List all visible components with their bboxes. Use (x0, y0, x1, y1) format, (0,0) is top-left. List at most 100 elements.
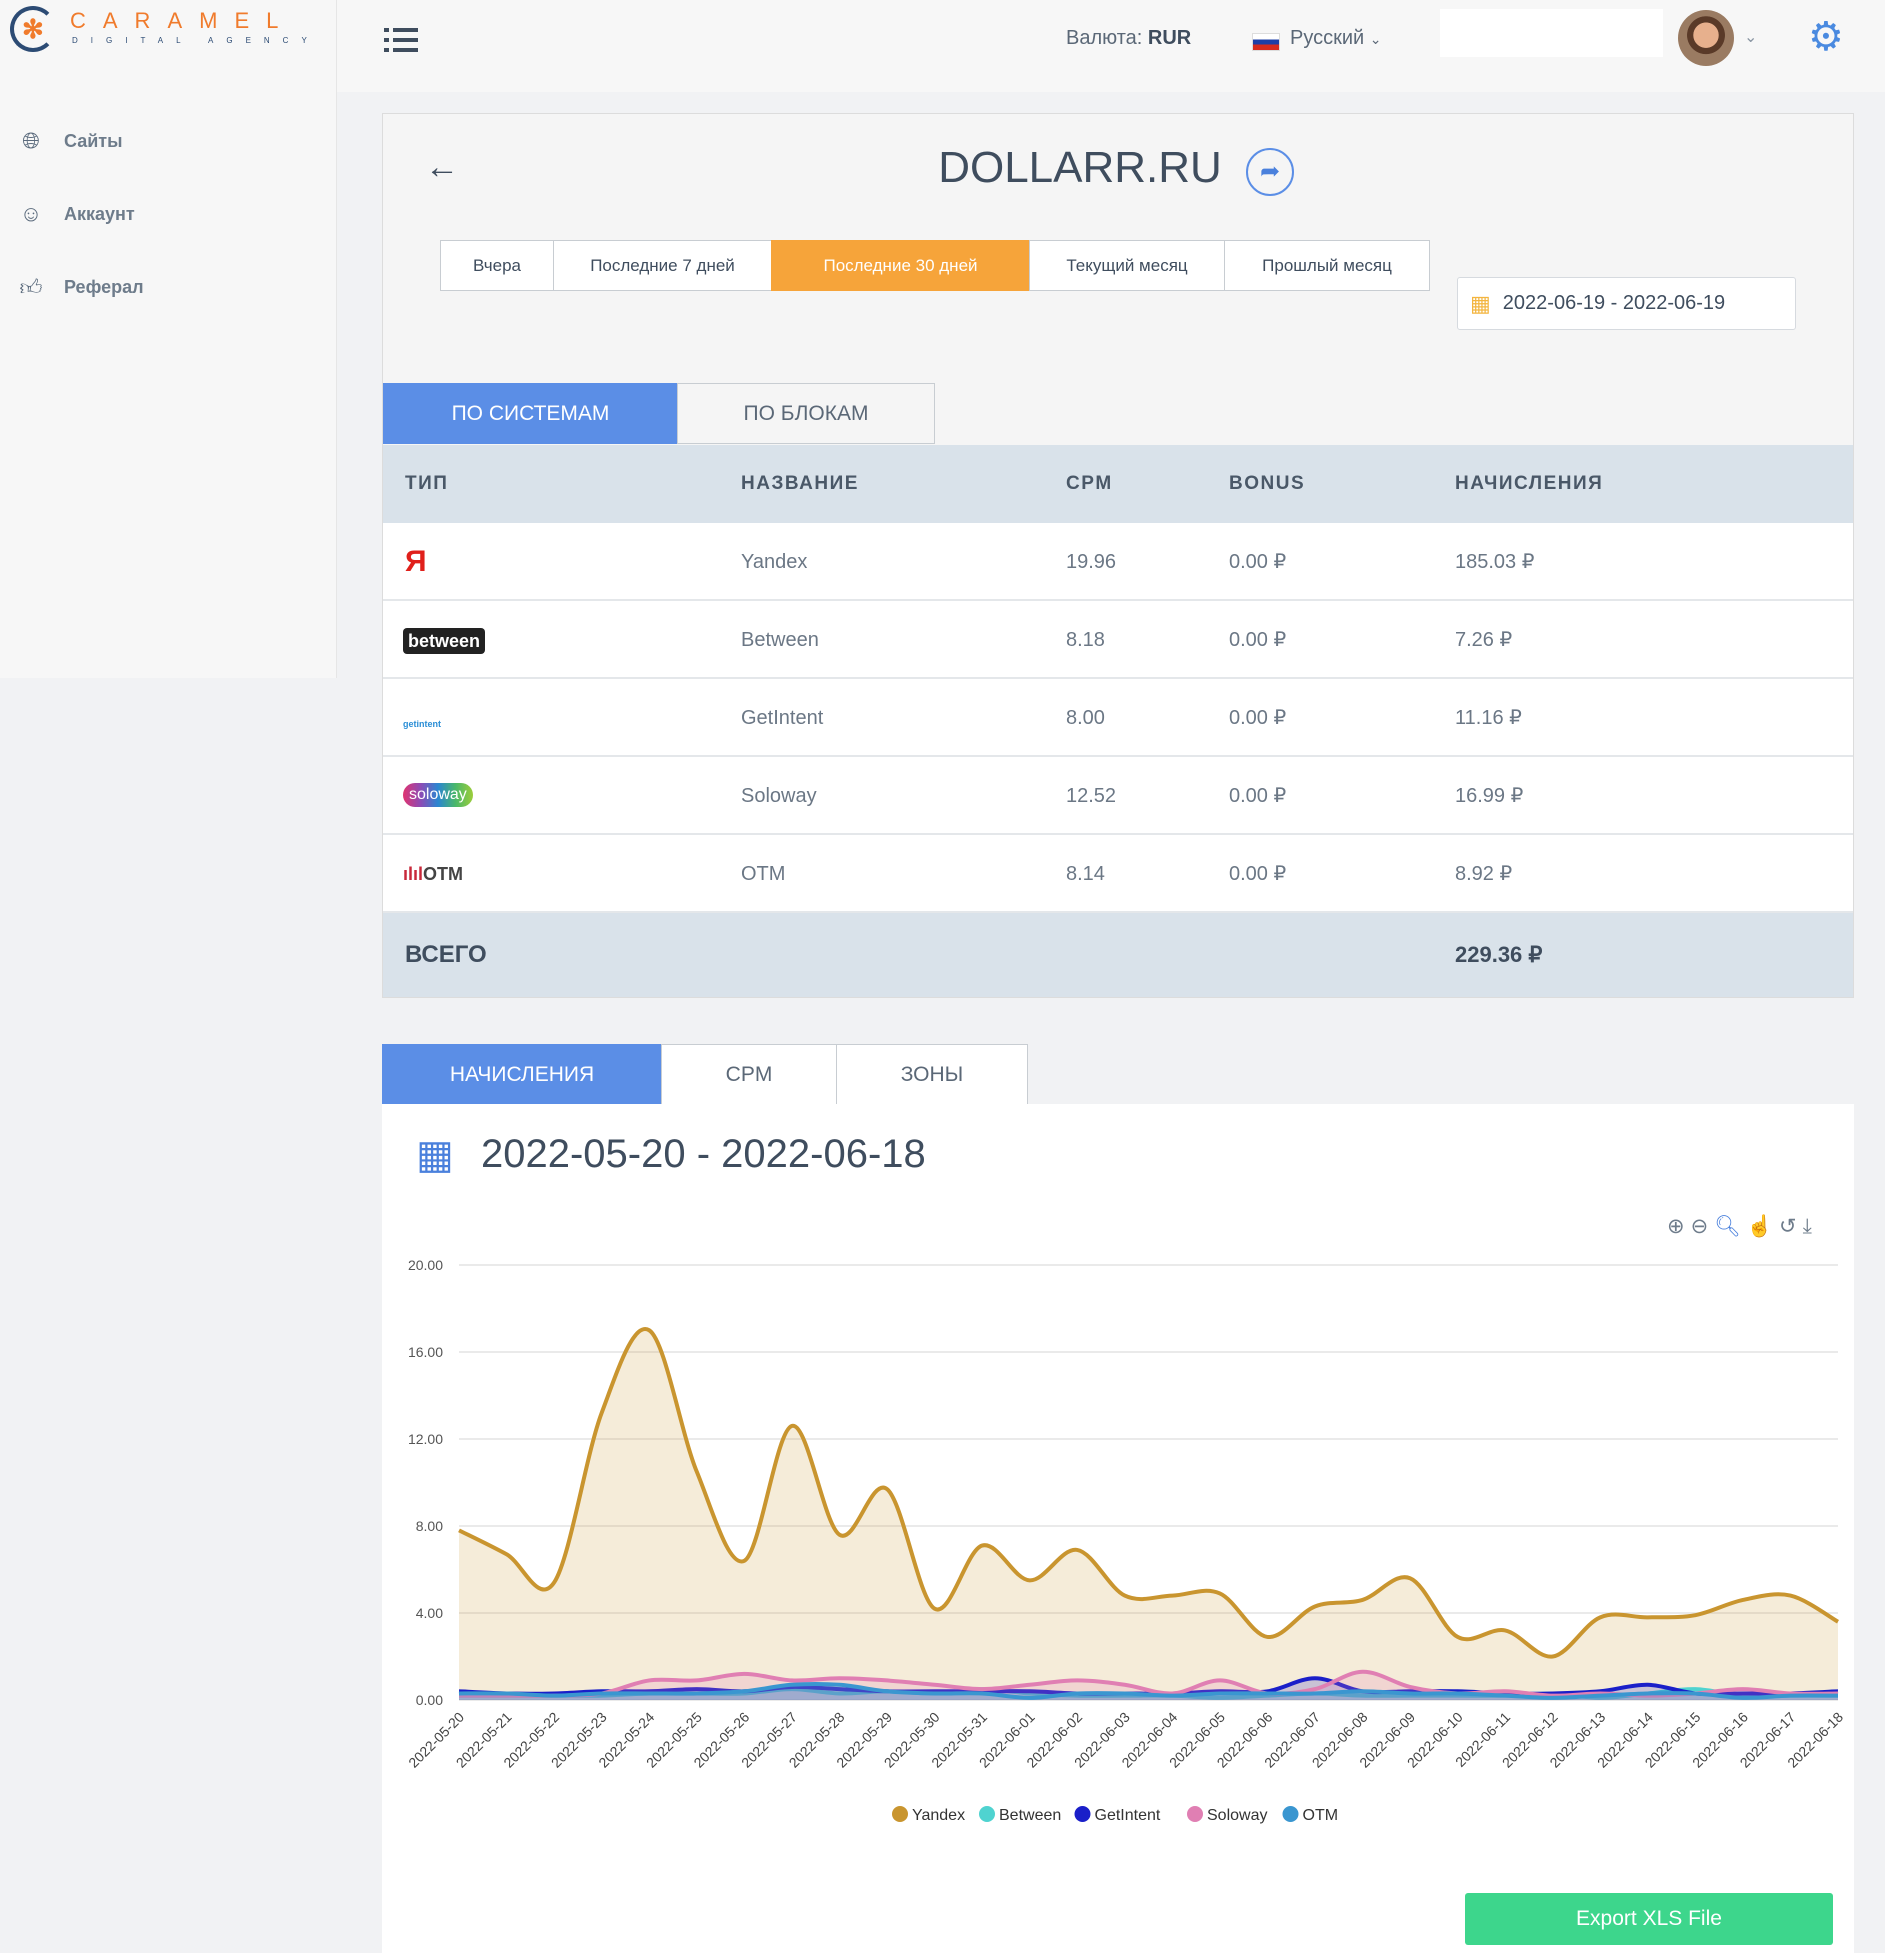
table-row: getintent GetIntent 8.00 0.00 ₽ 11.16 ₽ (383, 679, 1853, 757)
period-yesterday[interactable]: Вчера (440, 240, 554, 291)
y-tick-label: 20.00 (408, 1257, 443, 1273)
table-row: between Between 8.18 0.00 ₽ 7.26 ₽ (383, 601, 1853, 679)
menu-icon[interactable] (384, 26, 418, 54)
back-arrow-icon[interactable]: ← (425, 148, 459, 187)
user-icon: ☺ (19, 201, 43, 226)
chart-card: ▦ 2022-05-20 - 2022-06-18 ⊕⊖🔍︎☝↺⤓ 0.00 4.… (382, 1104, 1854, 1953)
legend-label: Soloway (1207, 1807, 1267, 1824)
otm-logo: ılılOTM (403, 864, 464, 884)
y-tick-label: 0.00 (416, 1692, 443, 1708)
col-type: ТИП (405, 473, 449, 494)
col-bonus: BONUS (1229, 473, 1306, 494)
russian-flag-icon[interactable] (1252, 33, 1280, 51)
table-header: ТИП НАЗВАНИЕ CPM BONUS НАЧИСЛЕНИЯ (383, 445, 1853, 523)
tab-by-blocks[interactable]: ПО БЛОКАМ (677, 383, 935, 444)
system-name: GetIntent (741, 707, 824, 729)
system-name: Yandex (741, 551, 808, 573)
bonus-value: 0.00 ₽ (1229, 707, 1287, 729)
cpm-value: 8.00 (1066, 707, 1105, 729)
bonus-value: 0.00 ₽ (1229, 785, 1287, 807)
sidebar: ✻ CARAMEL DIGITAL AGENCY 🌐︎ Сайты ☺ Аккаун… (0, 0, 337, 678)
currency-value: RUR (1147, 27, 1192, 49)
table-row: ılılOTM OTM 8.14 0.00 ₽ 8.92 ₽ (383, 835, 1853, 913)
period-last-30-days[interactable]: Последние 30 дней (771, 240, 1030, 291)
avatar[interactable] (1678, 10, 1734, 66)
legend-label: Between (999, 1807, 1061, 1824)
earnings-chart: 0.004.008.0012.0016.0020.002022-05-20202… (405, 1257, 1846, 1824)
chevron-down-icon: ⌄ (1369, 31, 1382, 47)
legend-marker-yandex (892, 1806, 908, 1822)
cpm-value: 12.52 (1066, 785, 1117, 807)
tab-earnings[interactable]: НАЧИСЛЕНИЯ (382, 1044, 662, 1105)
header-blank-box (1440, 9, 1663, 57)
yandex-logo: Я (405, 545, 427, 578)
legend-marker-between (979, 1806, 995, 1822)
cpm-value: 8.18 (1066, 629, 1105, 651)
total-value: 229.36 ₽ (1455, 942, 1543, 967)
col-cpm: CPM (1066, 473, 1113, 494)
earnings-value: 7.26 ₽ (1455, 629, 1513, 651)
date-range-input[interactable]: ▦ 2022-06-19 - 2022-06-19 (1457, 277, 1796, 330)
cpm-value: 19.96 (1066, 551, 1117, 573)
referral-icon: 👍︎ (19, 274, 43, 300)
legend-marker-soloway (1187, 1806, 1203, 1822)
brand-tagline: DIGITAL AGENCY (72, 36, 320, 45)
export-xls-button[interactable]: Export XLS File (1465, 1893, 1833, 1945)
page-title: DOLLARR.RU (938, 143, 1222, 192)
bonus-value: 0.00 ₽ (1229, 863, 1287, 885)
system-name: OTM (741, 863, 786, 885)
date-range-value: 2022-06-19 - 2022-06-19 (1502, 292, 1726, 314)
sidebar-item-referral[interactable]: 👍︎ Реферал (0, 262, 337, 312)
tab-cpm[interactable]: CPM (661, 1044, 837, 1105)
soloway-logo: soloway (403, 783, 473, 807)
series-area-yandex (459, 1329, 1838, 1700)
period-current-month[interactable]: Текущий месяц (1029, 240, 1225, 291)
earnings-value: 16.99 ₽ (1455, 785, 1524, 807)
y-tick-label: 4.00 (416, 1605, 443, 1621)
between-logo: between (403, 628, 486, 654)
earnings-value: 185.03 ₽ (1455, 551, 1535, 573)
getintent-logo: getintent (403, 719, 441, 729)
y-tick-label: 8.00 (416, 1518, 443, 1534)
sidebar-item-label: Аккаунт (64, 203, 135, 224)
system-name: Between (741, 629, 819, 651)
calendar-icon: ▦ (1470, 290, 1491, 316)
period-last-7-days[interactable]: Последние 7 дней (553, 240, 772, 291)
legend-marker-getintent (1074, 1806, 1091, 1822)
bonus-value: 0.00 ₽ (1229, 629, 1287, 651)
cpm-value: 8.14 (1066, 863, 1105, 885)
sidebar-item-label: Реферал (64, 276, 144, 297)
globe-icon: 🌐︎ (22, 128, 40, 153)
earnings-value: 8.92 ₽ (1455, 863, 1513, 885)
tab-zones[interactable]: ЗОНЫ (836, 1044, 1028, 1105)
bonus-value: 0.00 ₽ (1229, 551, 1287, 573)
system-name: Soloway (741, 785, 817, 807)
currency-display: Валюта: RUR (1066, 27, 1191, 50)
brand-name: CARAMEL (70, 8, 296, 33)
share-icon[interactable]: ➦ (1246, 148, 1294, 196)
total-row: ВСЕГО 229.36 ₽ (383, 913, 1853, 997)
table-row: soloway Soloway 12.52 0.00 ₽ 16.99 ₽ (383, 757, 1853, 835)
tab-by-systems[interactable]: ПО СИСТЕМАМ (383, 383, 678, 444)
y-tick-label: 12.00 (408, 1431, 443, 1447)
legend-label: OTM (1303, 1807, 1339, 1824)
total-label: ВСЕГО (405, 941, 487, 968)
y-tick-label: 16.00 (408, 1344, 443, 1360)
legend-label: GetIntent (1095, 1807, 1161, 1824)
table-row: Я Yandex 19.96 0.00 ₽ 185.03 ₽ (383, 523, 1853, 601)
language-select[interactable]: Русский ⌄ (1290, 27, 1382, 50)
sidebar-item-label: Сайты (64, 130, 123, 151)
earnings-value: 11.16 ₽ (1455, 707, 1522, 729)
chevron-down-icon[interactable]: ⌄ (1744, 27, 1757, 47)
col-earnings: НАЧИСЛЕНИЯ (1455, 473, 1604, 494)
sidebar-item-account[interactable]: ☺ Аккаунт (0, 189, 337, 239)
logo-star-icon: ✻ (22, 14, 44, 44)
language-label: Русский (1290, 27, 1365, 49)
legend-marker-otm (1282, 1806, 1299, 1822)
period-last-month[interactable]: Прошлый месяц (1224, 240, 1430, 291)
sidebar-item-sites[interactable]: 🌐︎ Сайты (0, 116, 337, 166)
gear-icon[interactable]: ⚙ (1808, 14, 1844, 60)
legend-label: Yandex (912, 1807, 965, 1824)
currency-label: Валюта: (1066, 27, 1143, 49)
col-name: НАЗВАНИЕ (741, 473, 859, 494)
